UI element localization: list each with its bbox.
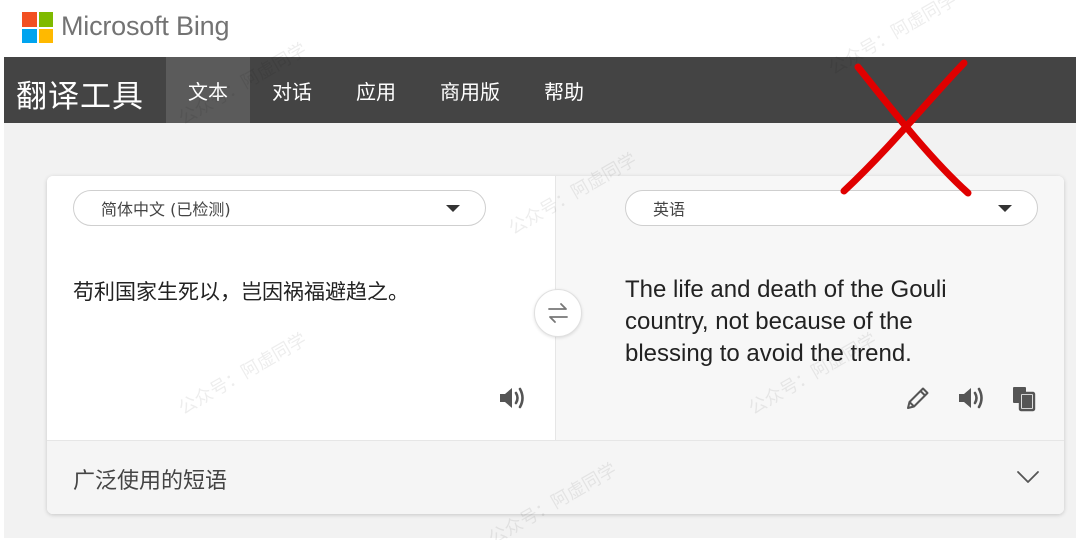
brand-name[interactable]: Microsoft Bing [61, 11, 229, 42]
copy-icon [1013, 387, 1036, 412]
main-area: 简体中文 (已检测) 苟利国家生死以，岂因祸福避趋之。 英语 The life … [4, 123, 1076, 538]
tab-conversation[interactable]: 对话 [250, 57, 334, 123]
caret-down-icon [446, 205, 460, 212]
common-phrases-label: 广泛使用的短语 [73, 469, 228, 494]
pencil-icon [907, 387, 929, 409]
nav-tabs: 文本 对话 应用 商用版 帮助 [166, 57, 606, 123]
tab-text[interactable]: 文本 [166, 57, 250, 123]
copy-translation-button[interactable] [1007, 381, 1041, 415]
nav-title: 翻译工具 [16, 79, 144, 115]
top-nav: 翻译工具 文本 对话 应用 商用版 帮助 [4, 57, 1076, 123]
speaker-icon [959, 387, 983, 409]
source-language-select[interactable]: 简体中文 (已检测) [73, 190, 486, 226]
target-language-select[interactable]: 英语 [625, 190, 1038, 226]
tab-business[interactable]: 商用版 [418, 57, 522, 123]
source-text-input[interactable]: 苟利国家生死以，岂因祸福避趋之。 [73, 276, 409, 306]
caret-down-icon [998, 205, 1012, 212]
edit-translation-button[interactable] [901, 381, 935, 415]
chevron-down-icon[interactable] [1016, 465, 1040, 489]
swap-languages-button[interactable] [534, 289, 582, 337]
target-language-label: 英语 [653, 200, 686, 219]
tab-help[interactable]: 帮助 [522, 57, 606, 123]
target-listen-button[interactable] [954, 381, 988, 415]
source-language-label: 简体中文 (已检测) [101, 200, 231, 219]
speaker-icon [500, 387, 524, 409]
logo-bar: Microsoft Bing [0, 0, 1080, 56]
translator-card: 简体中文 (已检测) 苟利国家生死以，岂因祸福避趋之。 英语 The life … [47, 176, 1064, 514]
translation-output: The life and death of the Gouli country,… [625, 276, 947, 367]
target-pane: 英语 The life and death of the Gouli count… [555, 176, 1064, 440]
tab-apps[interactable]: 应用 [334, 57, 418, 123]
microsoft-logo-icon[interactable] [22, 12, 53, 43]
source-listen-button[interactable] [495, 381, 529, 415]
source-pane: 简体中文 (已检测) 苟利国家生死以，岂因祸福避趋之。 [47, 176, 555, 440]
common-phrases-section[interactable]: 广泛使用的短语 [47, 440, 1064, 514]
swap-icon [548, 303, 568, 323]
